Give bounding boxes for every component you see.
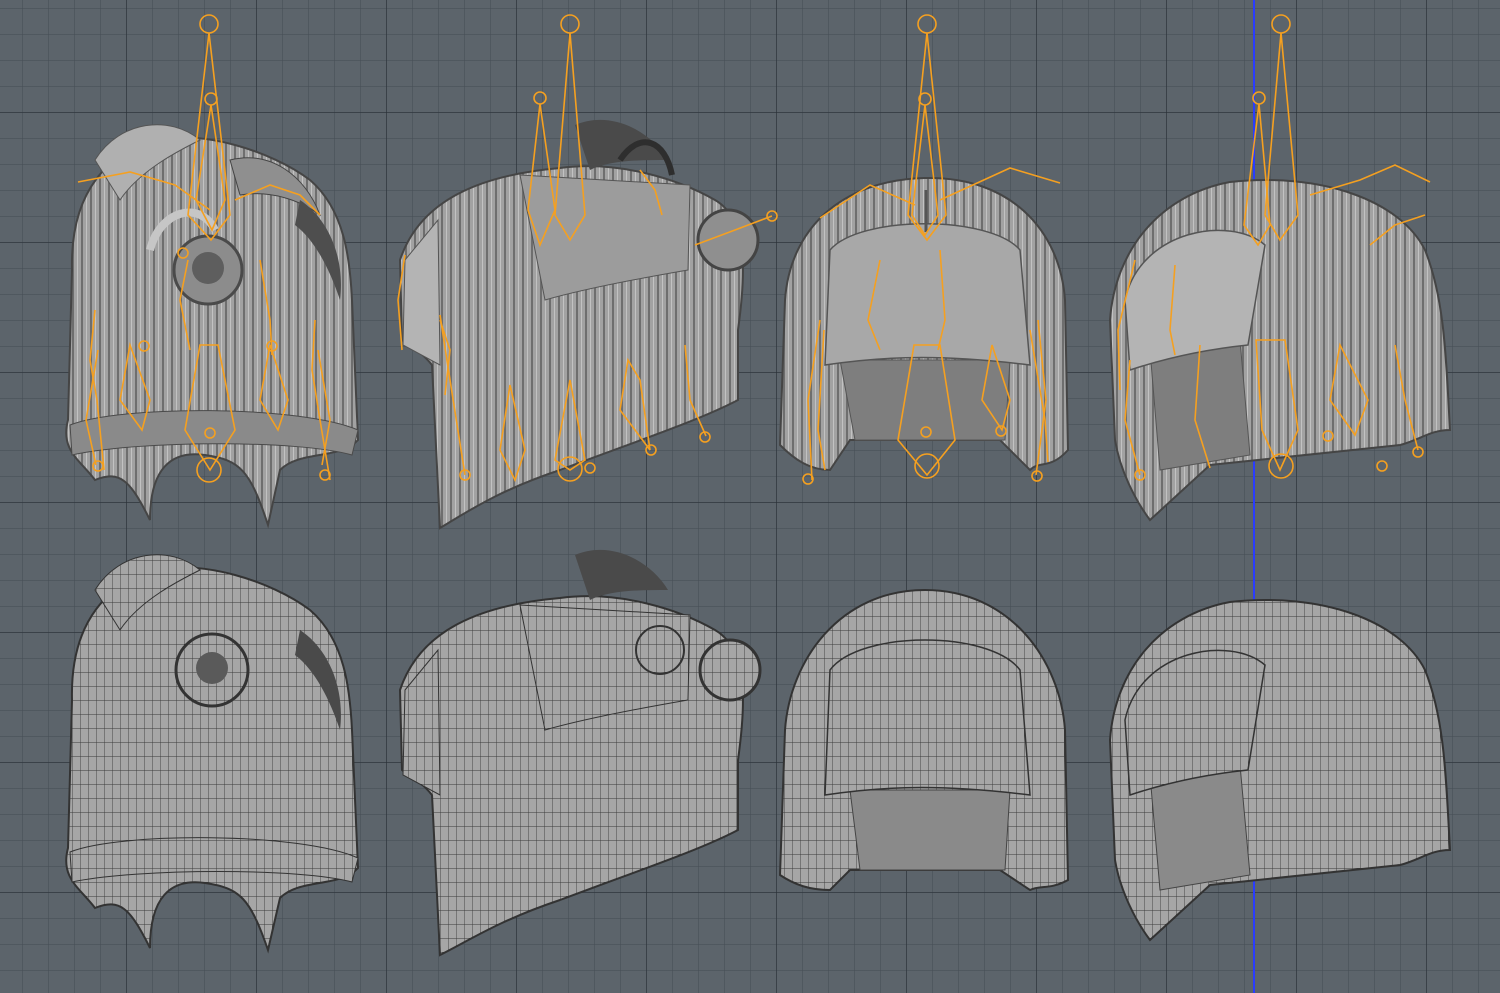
hair-model-8-wireframe[interactable] bbox=[1108, 599, 1452, 942]
hair-model-5-wireframe[interactable] bbox=[65, 554, 360, 954]
viewport-canvas[interactable] bbox=[0, 0, 1500, 993]
hair-model-6-wireframe[interactable] bbox=[398, 549, 762, 957]
hair-model-3-bob-bangs[interactable] bbox=[778, 176, 1070, 472]
hair-model-7-wireframe[interactable] bbox=[778, 588, 1070, 892]
hair-model-2-side-buns[interactable] bbox=[398, 119, 760, 530]
3d-viewport[interactable] bbox=[0, 0, 1500, 993]
